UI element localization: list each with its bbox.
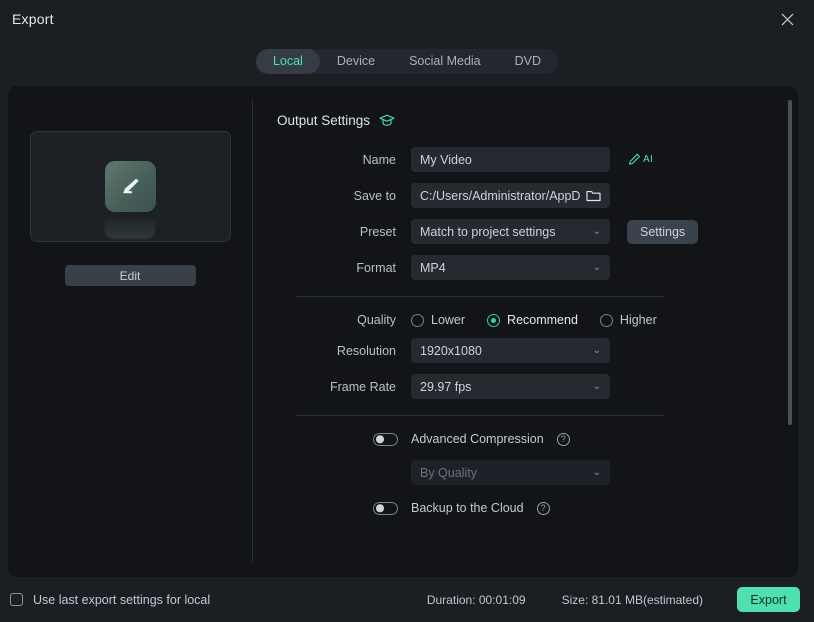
output-settings-title: Output Settings [277,113,371,128]
resolution-label: Resolution [336,343,396,358]
folder-icon [586,191,601,202]
question-mark-icon[interactable]: ? [536,501,550,515]
preset-label: Preset [359,224,396,239]
save-to-row: Save to C:/Users/Administrator/AppD [252,183,798,208]
footer-bar: Use last export settings for local Durat… [0,577,814,622]
frame-rate-label: Frame Rate [330,379,396,394]
backup-cloud-toggle[interactable] [373,501,398,515]
ai-name-button[interactable]: AI [627,152,653,167]
quality-radio-group: Lower Recommend Higher [411,313,657,327]
preset-settings-button[interactable]: Settings [627,219,699,244]
toggle-knob [376,435,384,443]
preset-select[interactable]: Match to project settings ⌄ [411,219,610,244]
tab-local[interactable]: Local [255,48,320,74]
quality-option-recommend[interactable]: Recommend [487,313,578,327]
browse-folder-button[interactable] [586,189,601,202]
export-panel: Edit Output Settings Name My Video AI Sa… [8,86,798,577]
compression-mode-row: By Quality ⌄ [252,460,798,485]
radio-dot-selected-icon [487,313,501,327]
edit-button[interactable]: Edit [64,265,196,286]
output-settings-header: Output Settings [252,113,798,128]
preview-column: Edit [8,86,252,577]
name-value: My Video [420,152,472,167]
chevron-down-icon: ⌄ [592,381,601,392]
scrollbar-thumb[interactable] [788,100,792,425]
frame-rate-select[interactable]: 29.97 fps ⌄ [411,374,610,399]
name-row: Name My Video AI [252,147,798,172]
settings-scrollbar[interactable] [788,100,792,563]
close-button[interactable] [774,6,800,32]
quality-option-higher[interactable]: Higher [599,313,657,327]
name-input[interactable]: My Video [411,147,610,172]
preset-value: Match to project settings [420,224,556,239]
save-to-input[interactable]: C:/Users/Administrator/AppD [411,183,610,208]
tab-device[interactable]: Device [320,49,392,74]
section-divider-2 [295,415,665,416]
compression-mode-value: By Quality [420,465,477,480]
toggle-spacer [277,501,411,515]
duration-text: Duration: 00:01:09 [426,592,526,607]
save-to-value: C:/Users/Administrator/AppD [420,188,581,203]
resolution-row: Resolution 1920x1080 ⌄ [252,338,798,363]
resolution-select[interactable]: 1920x1080 ⌄ [411,338,610,363]
format-value: MP4 [420,260,446,275]
frame-rate-value: 29.97 fps [420,379,472,394]
compression-mode-select[interactable]: By Quality ⌄ [411,460,610,485]
format-row: Format MP4 ⌄ [252,255,798,280]
export-info: Duration: 00:01:09 Size: 81.01 MB(estima… [427,593,703,607]
video-thumbnail[interactable] [29,131,231,242]
format-select[interactable]: MP4 ⌄ [411,255,610,280]
tab-dvd[interactable]: DVD [498,49,558,74]
thumbnail-reflection [104,215,156,239]
use-last-settings-label[interactable]: Use last export settings for local [33,593,210,607]
quality-row: Quality Lower Recommend Higher [252,313,798,327]
export-target-tabs: Local Device Social Media DVD [255,48,559,74]
use-last-settings-checkbox[interactable] [10,593,23,606]
graduation-cap-icon[interactable] [379,114,395,128]
radio-dot-icon [599,313,613,327]
advanced-compression-row: Advanced Compression ? [252,432,798,446]
radio-dot-icon [411,313,424,327]
window-title: Export [12,11,54,27]
quality-label: Quality [357,313,396,327]
close-icon [781,13,793,25]
quality-option-lower[interactable]: Lower [411,313,465,327]
name-label: Name [362,152,396,167]
export-button[interactable]: Export [737,587,800,612]
toggle-spacer [277,432,411,446]
edit-pencil-icon [104,161,156,212]
chevron-down-icon: ⌄ [592,262,601,273]
save-to-label: Save to [353,188,396,203]
tab-bar-container: Local Device Social Media DVD [0,38,814,84]
format-label: Format [356,260,396,275]
advanced-compression-label: Advanced Compression [411,432,544,446]
backup-cloud-label: Backup to the Cloud [411,501,524,515]
advanced-compression-toggle[interactable] [373,432,398,446]
quality-option-higher-label: Higher [619,313,657,327]
toggle-knob [376,504,384,512]
preset-row: Preset Match to project settings ⌄ Setti… [252,219,798,244]
chevron-down-icon: ⌄ [592,467,601,478]
section-divider-1 [295,296,665,297]
size-text: Size: 81.01 MB(estimated) [561,592,703,607]
resolution-value: 1920x1080 [420,343,482,358]
quality-option-recommend-label: Recommend [507,313,578,327]
ai-pencil-icon [629,153,640,165]
quality-option-lower-label: Lower [431,313,466,327]
pencil-glyph-icon [123,178,139,193]
frame-rate-row: Frame Rate 29.97 fps ⌄ [252,374,798,399]
settings-column: Output Settings Name My Video AI Save to [252,86,798,577]
backup-cloud-row: Backup to the Cloud ? [252,501,798,515]
title-bar: Export [0,0,814,38]
tab-social-media[interactable]: Social Media [392,49,498,74]
question-mark-icon[interactable]: ? [556,432,570,446]
chevron-down-icon: ⌄ [592,226,601,237]
chevron-down-icon: ⌄ [592,345,601,356]
ai-label: AI [643,154,654,165]
